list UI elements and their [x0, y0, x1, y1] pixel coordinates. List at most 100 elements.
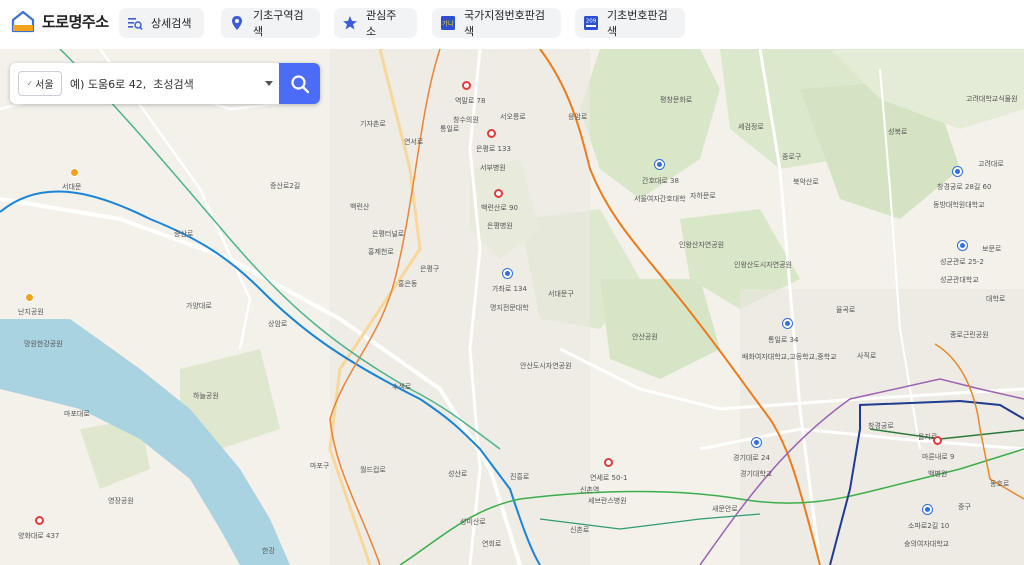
- chevron-down-icon[interactable]: [265, 81, 273, 86]
- site-logo[interactable]: 도로명주소: [10, 8, 109, 34]
- home-logo-icon: [11, 10, 35, 33]
- poi-pin-red[interactable]: [35, 516, 44, 525]
- park-area: [600, 279, 720, 379]
- poi-label: 한강: [262, 547, 275, 555]
- poi-label: 은평구: [420, 265, 440, 273]
- poi-label: 서대문구: [548, 290, 574, 298]
- poi-label: 세브란스병원: [588, 497, 627, 505]
- poi-label: 수색로: [392, 383, 412, 391]
- poi-label: 새문안로: [712, 505, 738, 513]
- star-icon: [342, 15, 358, 31]
- poi-label: 가좌로 134: [492, 285, 527, 293]
- nav-label: 기초구역검색: [253, 9, 304, 38]
- poi-label: 백련산로 90: [481, 204, 518, 212]
- poi-pin-red[interactable]: [604, 458, 613, 467]
- poi-pin-blue[interactable]: [752, 438, 761, 447]
- poi-pin-blue[interactable]: [923, 505, 932, 514]
- poi-label: 성산로: [448, 470, 468, 478]
- map-canvas[interactable]: 역말로 78 창수의원 은평로 133 서부병원 백련산로 90 은평병원 가좌…: [0, 49, 1024, 565]
- detail-search-icon: [127, 15, 143, 31]
- poi-label: 동호로: [990, 480, 1010, 488]
- poi-label: 하늘공원: [193, 392, 219, 400]
- poi-label: 은평병원: [487, 222, 513, 230]
- poi-label: 종로구: [782, 153, 802, 161]
- poi-label: 창경궁로 28길 60: [937, 183, 992, 191]
- poi-label: 성균관대학교: [940, 276, 979, 284]
- poi-label: 통일로: [440, 125, 460, 133]
- region-select[interactable]: ✓ 서울: [18, 71, 62, 96]
- location-pin-icon: [229, 15, 245, 31]
- poi-pin-red[interactable]: [933, 436, 942, 445]
- poi-label: 백병원: [928, 470, 948, 478]
- svg-text:가나: 가나: [442, 19, 454, 28]
- poi-label: 백련산: [350, 203, 370, 211]
- national-point-sign-icon: 가나: [440, 15, 456, 31]
- poi-pin-blue[interactable]: [783, 319, 792, 328]
- search-button[interactable]: [279, 63, 320, 104]
- top-header: 도로명주소 상세검색 기초구역검색 관심주소 가나 국가지점번호판검색 209 …: [0, 0, 1024, 49]
- poi-label: 신촌로: [570, 526, 590, 534]
- nav-label: 상세검색: [151, 17, 192, 30]
- poi-label: 성북로: [888, 128, 908, 136]
- poi-label: 진흥로: [510, 473, 530, 481]
- basic-number-sign-icon: 209: [583, 15, 599, 31]
- poi-label: 월드컵로: [360, 466, 386, 474]
- poi-label: 마른내로 9: [922, 453, 955, 461]
- poi-label: 사직로: [857, 352, 877, 360]
- poi-label: 연서로: [404, 138, 424, 146]
- nav-basic-zone-search[interactable]: 기초구역검색: [221, 8, 320, 38]
- nav-basic-number-search[interactable]: 209 기초번호판검색: [575, 8, 685, 38]
- poi-label: 동방대학원대학교: [933, 201, 985, 209]
- svg-text:209: 209: [586, 19, 597, 25]
- nav-national-point-search[interactable]: 가나 국가지점번호판검색: [432, 8, 561, 38]
- region-value: 서울: [35, 80, 54, 91]
- poi-label: 영장공원: [108, 497, 134, 505]
- poi-label: 증산로2길: [270, 182, 301, 190]
- poi-pin-blue[interactable]: [958, 241, 967, 250]
- poi-label: 대학로: [986, 295, 1006, 303]
- poi-label: 평창문화로: [660, 96, 693, 104]
- nav-detail-search[interactable]: 상세검색: [119, 8, 204, 38]
- poi-label: 난지공원: [18, 308, 44, 316]
- poi-label: 세검정로: [738, 123, 764, 131]
- poi-label: 연세로 50-1: [590, 474, 628, 482]
- poi-label: 서오릉로: [500, 113, 526, 121]
- poi-label: 홍제천로: [368, 248, 394, 256]
- search-icon: [290, 74, 309, 93]
- poi-label: 서울여자간호대학: [634, 195, 686, 203]
- poi-label: 망원한강공원: [24, 340, 63, 348]
- poi-label: 성미산로: [460, 518, 486, 526]
- poi-label: 서부병원: [480, 164, 506, 172]
- poi-label: 마포대로: [64, 410, 90, 418]
- poi-label: 양화대로 437: [18, 532, 60, 540]
- poi-label: 경기대학교: [740, 470, 773, 478]
- poi-pin-red[interactable]: [487, 129, 496, 138]
- check-icon: ✓: [26, 79, 34, 88]
- poi-pin-red[interactable]: [462, 81, 471, 90]
- poi-label: 간호대로 38: [642, 177, 679, 185]
- poi-label: 신촌역: [580, 486, 600, 494]
- nav-label: 관심주소: [366, 9, 397, 38]
- poi-label: 창경궁로: [868, 422, 894, 430]
- poi-pin-orange[interactable]: [25, 293, 34, 302]
- poi-label: 가양대로: [186, 302, 212, 310]
- poi-pin-orange[interactable]: [70, 168, 79, 177]
- search-input[interactable]: [68, 71, 272, 98]
- nav-favorite-address[interactable]: 관심주소: [334, 8, 417, 38]
- poi-label: 응암로: [568, 113, 588, 121]
- poi-label: 홍은동: [398, 280, 418, 288]
- poi-pin-red[interactable]: [494, 189, 503, 198]
- poi-pin-blue[interactable]: [953, 167, 962, 176]
- poi-label: 명지전문대학: [490, 304, 529, 312]
- poi-label: 북악산로: [793, 178, 819, 186]
- poi-label: 배화여자대학교,고등학교,중학교: [742, 353, 837, 361]
- poi-label: 상암로: [268, 320, 288, 328]
- poi-label: 보문로: [982, 245, 1002, 253]
- poi-pin-blue[interactable]: [503, 269, 512, 278]
- nav-label: 기초번호판검색: [607, 9, 668, 38]
- poi-label: 종로근린공원: [950, 331, 989, 339]
- poi-label: 역말로 78: [455, 97, 486, 105]
- poi-pin-blue[interactable]: [655, 160, 664, 169]
- poi-label: 고려대로: [978, 160, 1004, 168]
- poi-label: 통일로 34: [768, 336, 799, 344]
